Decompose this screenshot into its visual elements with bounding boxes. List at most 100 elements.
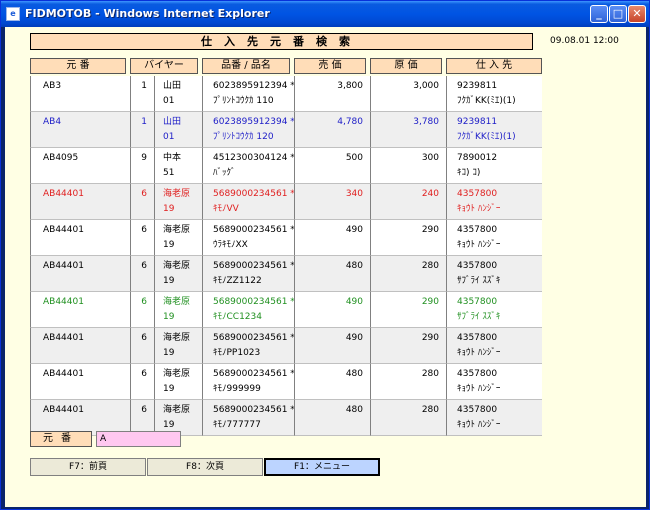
cell-buyer: 海老原 19 bbox=[154, 184, 202, 220]
cell-item: 5689000234561 * ｷﾓﾉ777777 bbox=[202, 400, 294, 436]
close-icon[interactable]: ✕ bbox=[628, 5, 646, 23]
cell-price-price: 3,800 bbox=[337, 81, 363, 91]
table-row[interactable]: AB4095 9 中本 51 4512300304124 * ﾊﾞｯｸﾞ 500 300 789… bbox=[30, 148, 542, 184]
table-row[interactable]: AB44401 6 海老原 19 5689000234561 * ｳﾗｷﾓﾉXX 490 29… bbox=[30, 220, 542, 256]
cell-buyer-buyer-name: 海老原 bbox=[163, 369, 191, 379]
minimize-icon[interactable]: _ bbox=[590, 5, 608, 23]
cell-cost-cost: 300 bbox=[421, 153, 439, 163]
cell-item: 5689000234561 * ｷﾓﾉZZ1122 bbox=[202, 256, 294, 292]
cell-cost-cost: 280 bbox=[421, 369, 439, 379]
cell-supplier-supplier-name: ｷｺ) ｺ) bbox=[457, 168, 481, 178]
cell-supplier-supplier-name: ｷｮｳﾄ ﾊﾝｼﾞｰ bbox=[457, 348, 501, 358]
cell-item: 5689000234561 * ｷﾓﾉ999999 bbox=[202, 364, 294, 400]
cell-buyer: 中本 51 bbox=[154, 148, 202, 184]
cell-item-item-name: ｷﾓﾉZZ1122 bbox=[213, 276, 262, 286]
col-header-item: 品番 / 品名 bbox=[202, 58, 290, 74]
cell-buyer-buyer-code: 19 bbox=[163, 348, 175, 358]
cell-buyer-no: 9 bbox=[130, 148, 154, 184]
cell-price: 480 bbox=[294, 364, 370, 400]
cell-code: AB44401 bbox=[30, 220, 130, 256]
col-header-price: 売 価 bbox=[294, 58, 366, 74]
cell-buyer: 海老原 19 bbox=[154, 220, 202, 256]
col-header-code: 元 番 bbox=[30, 58, 126, 74]
cell-code-code: AB44401 bbox=[43, 189, 84, 199]
cell-cost-cost: 280 bbox=[421, 261, 439, 271]
cell-item-item-no: 5689000234561 * bbox=[213, 261, 294, 271]
cell-buyer: 海老原 19 bbox=[154, 256, 202, 292]
cell-buyer-no: 1 bbox=[130, 112, 154, 148]
cell-price: 3,800 bbox=[294, 76, 370, 112]
cell-item-item-no: 5689000234561 * bbox=[213, 333, 294, 343]
menu-button[interactable]: F1：メニュー bbox=[264, 458, 380, 476]
cell-supplier: 4357800 ｻﾌﾞﾗｲ ｽｽﾞｷ bbox=[446, 292, 542, 328]
cell-cost: 240 bbox=[370, 184, 446, 220]
table-row[interactable]: AB44401 6 海老原 19 5689000234561 * ｷﾓﾉCC1234 490… bbox=[30, 292, 542, 328]
cell-code-code: AB4 bbox=[43, 117, 62, 127]
cell-supplier-supplier-name: ｷｮｳﾄ ﾊﾝｼﾞｰ bbox=[457, 420, 501, 430]
cell-cost: 290 bbox=[370, 328, 446, 364]
cell-buyer-no: 6 bbox=[130, 184, 154, 220]
cell-code: AB44401 bbox=[30, 292, 130, 328]
window-title: FIDMOTOB - Windows Internet Explorer bbox=[25, 7, 270, 20]
cell-supplier: 7890012 ｷｺ) ｺ) bbox=[446, 148, 542, 184]
title-bar[interactable]: e FIDMOTOB - Windows Internet Explorer _… bbox=[1, 1, 649, 27]
cell-buyer-no: 6 bbox=[130, 256, 154, 292]
cell-buyer-no-buyer-no: 6 bbox=[141, 333, 147, 343]
cell-supplier-supplier-name: ｻﾌﾞﾗｲ ｽｽﾞｷ bbox=[457, 276, 501, 286]
prev-page-button[interactable]: F7：前頁 bbox=[30, 458, 146, 476]
code-search-input[interactable] bbox=[96, 431, 181, 447]
cell-buyer-no-buyer-no: 6 bbox=[141, 369, 147, 379]
cell-supplier-supplier-no: 4357800 bbox=[457, 225, 498, 235]
cell-buyer-buyer-name: 中本 bbox=[163, 153, 182, 163]
table-row[interactable]: AB44401 6 海老原 19 5689000234561 * ｷﾓﾉZZ1122 480… bbox=[30, 256, 542, 292]
cell-price: 500 bbox=[294, 148, 370, 184]
cell-buyer: 山田 01 bbox=[154, 76, 202, 112]
cell-supplier: 4357800 ｻﾌﾞﾗｲ ｽｽﾞｷ bbox=[446, 256, 542, 292]
cell-supplier: 4357800 ｷｮｳﾄ ﾊﾝｼﾞｰ bbox=[446, 328, 542, 364]
table-row[interactable]: AB3 1 山田 01 6023895912394 * ﾌﾟﾘﾝﾄｺｳｸｶ 110 3,80… bbox=[30, 76, 542, 112]
cell-code-code: AB44401 bbox=[43, 225, 84, 235]
cell-supplier-supplier-no: 4357800 bbox=[457, 333, 498, 343]
cell-price-price: 490 bbox=[345, 225, 363, 235]
cell-item-item-name: ｷﾓﾉ777777 bbox=[213, 420, 261, 430]
cell-buyer-no: 6 bbox=[130, 292, 154, 328]
cell-cost: 280 bbox=[370, 364, 446, 400]
browser-window: e FIDMOTOB - Windows Internet Explorer _… bbox=[0, 0, 650, 510]
cell-item-item-no: 5689000234561 * bbox=[213, 405, 294, 415]
cell-supplier-supplier-name: ﾌｸｶﾞKK(ﾐｴ)(1) bbox=[457, 132, 516, 142]
cell-buyer: 山田 01 bbox=[154, 112, 202, 148]
cell-supplier-supplier-name: ﾌｸｶﾞKK(ﾐｴ)(1) bbox=[457, 96, 516, 106]
table-row[interactable]: AB4 1 山田 01 6023895912394 * ﾌﾟﾘﾝﾄｺｳｸｶ 120 4,78… bbox=[30, 112, 542, 148]
cell-code-code: AB44401 bbox=[43, 369, 84, 379]
cell-cost-cost: 240 bbox=[421, 189, 439, 199]
cell-buyer: 海老原 19 bbox=[154, 292, 202, 328]
maximize-icon[interactable]: □ bbox=[609, 5, 627, 23]
cell-supplier-supplier-no: 4357800 bbox=[457, 297, 498, 307]
cell-supplier-supplier-no: 4357800 bbox=[457, 369, 498, 379]
table-row[interactable]: AB44401 6 海老原 19 5689000234561 * ｷﾓﾉ999999 480… bbox=[30, 364, 542, 400]
next-page-button[interactable]: F8：次頁 bbox=[147, 458, 263, 476]
table-row[interactable]: AB44401 6 海老原 19 5689000234561 * ｷﾓﾉVV 340 240 4… bbox=[30, 184, 542, 220]
table-row[interactable]: AB44401 6 海老原 19 5689000234561 * ｷﾓﾉPP1023 490… bbox=[30, 328, 542, 364]
cell-item-item-no: 5689000234561 * bbox=[213, 225, 294, 235]
cell-buyer-buyer-name: 海老原 bbox=[163, 189, 191, 199]
cell-buyer-buyer-code: 01 bbox=[163, 96, 175, 106]
cell-supplier-supplier-no: 4357800 bbox=[457, 405, 498, 415]
cell-supplier-supplier-no: 4357800 bbox=[457, 189, 498, 199]
cell-buyer-no: 6 bbox=[130, 364, 154, 400]
cell-supplier: 9239811 ﾌｸｶﾞKK(ﾐｴ)(1) bbox=[446, 76, 542, 112]
cell-supplier: 4357800 ｷｮｳﾄ ﾊﾝｼﾞｰ bbox=[446, 220, 542, 256]
cell-code-code: AB44401 bbox=[43, 405, 84, 415]
cell-buyer-buyer-name: 海老原 bbox=[163, 225, 191, 235]
cell-code: AB44401 bbox=[30, 364, 130, 400]
page-content: 仕入先元番検索 09.08.01 12:00 元 番 バイヤー 品番 / 品名 … bbox=[5, 27, 646, 507]
cell-cost-cost: 290 bbox=[421, 333, 439, 343]
cell-item: 6023895912394 * ﾌﾟﾘﾝﾄｺｳｸｶ 120 bbox=[202, 112, 294, 148]
cell-cost: 290 bbox=[370, 292, 446, 328]
cell-buyer-buyer-code: 01 bbox=[163, 132, 175, 142]
cell-code: AB3 bbox=[30, 76, 130, 112]
cell-buyer-buyer-code: 19 bbox=[163, 276, 175, 286]
cell-supplier: 4357800 ｷｮｳﾄ ﾊﾝｼﾞｰ bbox=[446, 400, 542, 436]
cell-cost-cost: 290 bbox=[421, 225, 439, 235]
col-header-supplier: 仕 入 先 bbox=[446, 58, 542, 74]
